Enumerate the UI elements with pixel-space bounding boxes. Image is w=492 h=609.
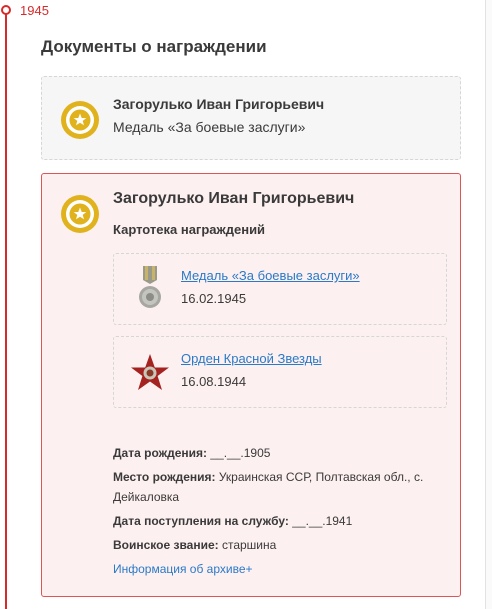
medal-star-icon <box>60 100 100 145</box>
timeline-year: 1945 <box>20 3 49 18</box>
award-item: Орден Красной Звезды 16.08.1944 <box>113 336 447 408</box>
birth-date: Дата рождения: __.__.1905 <box>113 446 271 460</box>
birth-place: Место рождения: Украинская ССР, Полтавск… <box>113 470 424 504</box>
red-star-order-image <box>130 349 170 395</box>
military-rank: Воинское звание: старшина <box>113 538 277 552</box>
medal-star-icon <box>60 194 100 239</box>
timeline-dot <box>1 5 11 15</box>
soldier-name: Загорулько Иван Григорьевич <box>113 96 325 112</box>
timeline-line <box>5 10 7 609</box>
medal-image <box>130 266 170 312</box>
file-subtitle: Картотека награждений <box>113 222 266 237</box>
award-title: Медаль «За боевые заслуги» <box>113 119 306 135</box>
archive-info-link[interactable]: Информация об архиве+ <box>113 559 253 579</box>
award-link[interactable]: Орден Красной Звезды <box>181 350 322 367</box>
scrollbar-track[interactable] <box>485 0 492 609</box>
award-file-card: Загорулько Иван Григорьевич Картотека на… <box>41 173 461 597</box>
award-date: 16.02.1945 <box>181 291 247 306</box>
award-date: 16.08.1944 <box>181 374 247 389</box>
award-link[interactable]: Медаль «За боевые заслуги» <box>181 267 360 284</box>
section-title: Документы о награждении <box>41 37 267 56</box>
service-start-date: Дата поступления на службу: __.__.1941 <box>113 514 353 528</box>
award-document-card[interactable]: Загорулько Иван Григорьевич Медаль «За б… <box>41 76 461 160</box>
award-item: Медаль «За боевые заслуги» 16.02.1945 <box>113 253 447 325</box>
soldier-name: Загорулько Иван Григорьевич <box>113 190 355 207</box>
